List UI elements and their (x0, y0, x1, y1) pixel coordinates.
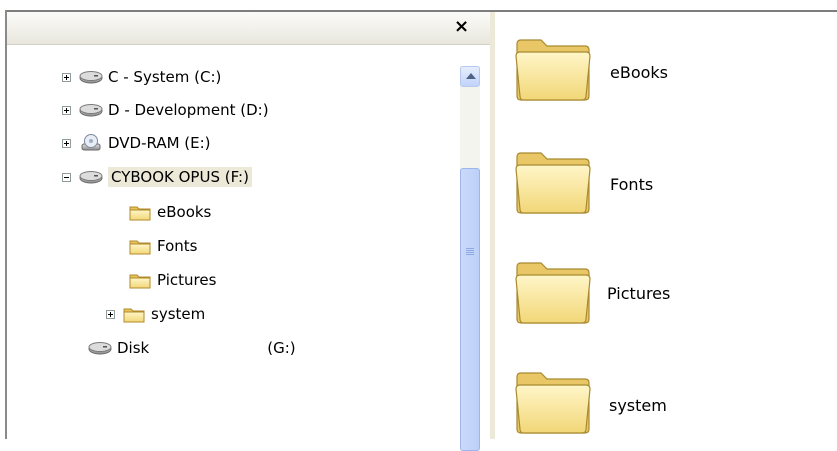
tree-item-f-drive[interactable]: CYBOOK OPUS (F:) (62, 164, 252, 190)
hard-drive-icon (88, 340, 112, 356)
removable-drive-icon (79, 169, 103, 185)
collapse-icon[interactable] (62, 172, 71, 182)
folder-label-pictures[interactable]: Pictures (607, 284, 670, 303)
folder-icon (123, 306, 145, 323)
folder-pane-header: × (7, 12, 490, 45)
vertical-scrollbar[interactable] (460, 66, 480, 451)
tree-item-pictures[interactable]: Pictures (129, 267, 216, 293)
tree-item-dvd-drive[interactable]: DVD-RAM (E:) (62, 130, 211, 156)
tree-item-system[interactable]: system (106, 301, 205, 327)
folder-label-ebooks[interactable]: eBooks (610, 63, 668, 82)
tree-item-label-selected: CYBOOK OPUS (F:) (108, 167, 252, 187)
folder-label-fonts[interactable]: Fonts (610, 175, 653, 194)
tree-item-label: Disk (117, 339, 150, 357)
expand-icon[interactable] (62, 138, 71, 148)
hard-drive-icon (79, 69, 103, 85)
folder-icon[interactable] (513, 367, 593, 435)
tree-item-label: system (151, 305, 206, 323)
folder-icon (129, 238, 151, 255)
dvd-drive-icon (79, 134, 103, 152)
scrollbar-thumb[interactable] (460, 168, 480, 451)
folder-icon[interactable] (513, 257, 593, 325)
folder-icon (129, 204, 151, 221)
folder-contents-pane: eBooks Fonts Pictures system (495, 12, 837, 439)
folder-icon[interactable] (513, 34, 593, 102)
tree-item-fonts[interactable]: Fonts (129, 233, 197, 259)
tree-item-label: eBooks (157, 203, 212, 221)
tree-item-label: C - System (C:) (108, 68, 222, 86)
tree-item-d-drive[interactable]: D - Development (D:) (62, 97, 269, 123)
expand-icon[interactable] (106, 309, 115, 319)
folder-icon[interactable] (513, 147, 593, 215)
hard-drive-icon (79, 102, 103, 118)
tree-item-ebooks[interactable]: eBooks (129, 199, 211, 225)
tree-item-c-drive[interactable]: C - System (C:) (62, 64, 221, 90)
folder-tree-pane: × C - System (C:) D - Development (D:) D… (7, 12, 490, 451)
scroll-up-icon[interactable] (460, 66, 480, 87)
drive-letter: (G:) (267, 339, 296, 357)
expand-icon[interactable] (62, 72, 71, 82)
tree-item-label: Pictures (157, 271, 217, 289)
folder-icon (129, 272, 151, 289)
expand-icon[interactable] (62, 105, 71, 115)
window-border-left (5, 10, 7, 439)
tree-item-label: Fonts (157, 237, 198, 255)
tree-item-g-drive[interactable]: Disk (G:) (88, 335, 296, 361)
folder-label-system[interactable]: system (609, 396, 667, 415)
tree-item-label: DVD-RAM (E:) (108, 134, 211, 152)
tree-item-label: D - Development (D:) (108, 101, 269, 119)
scrollbar-grip-icon (466, 248, 474, 249)
close-pane-button[interactable]: × (454, 18, 469, 36)
